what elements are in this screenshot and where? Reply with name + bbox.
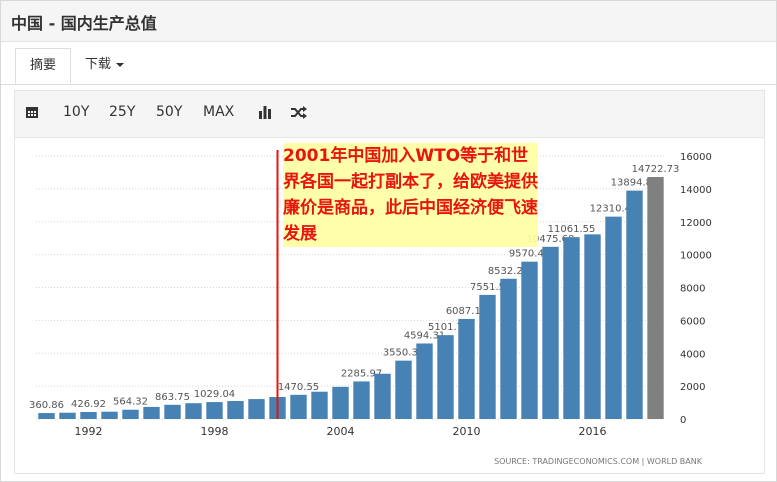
y-tick-label: 16000 bbox=[680, 152, 712, 163]
bar-2006 bbox=[374, 373, 391, 419]
data-label: 1470.55 bbox=[278, 382, 319, 393]
bar-1997 bbox=[185, 403, 202, 419]
data-label: 7551.5 bbox=[470, 282, 505, 293]
annotation-text: 2001年中国加入WTO等于和世界各国一起打副本了，给欧美提供廉价是商品，此后中… bbox=[283, 143, 538, 247]
bar-2005 bbox=[353, 381, 370, 419]
x-tick-label: 2010 bbox=[453, 425, 481, 438]
x-tick-label: 1992 bbox=[75, 425, 103, 438]
x-tick-label: 2004 bbox=[327, 425, 355, 438]
bar-1994 bbox=[122, 409, 139, 419]
data-label: 863.75 bbox=[155, 392, 190, 403]
bar-1996 bbox=[164, 404, 181, 419]
bar-2003 bbox=[311, 391, 328, 419]
y-tick-label: 2000 bbox=[680, 382, 705, 393]
x-tick-label: 2016 bbox=[579, 425, 607, 438]
bar-2002 bbox=[290, 394, 307, 419]
bar-1993 bbox=[101, 411, 118, 419]
bar-2019 bbox=[647, 176, 664, 419]
data-label: 11061.55 bbox=[548, 224, 596, 235]
x-tick-label: 1998 bbox=[201, 425, 229, 438]
bar-2017 bbox=[605, 216, 622, 419]
bar-2015 bbox=[563, 237, 580, 419]
y-tick-label: 0 bbox=[680, 415, 686, 426]
bar-1990 bbox=[38, 413, 55, 419]
y-tick-label: 4000 bbox=[680, 349, 705, 360]
bar-1991 bbox=[59, 412, 76, 419]
bar-2007 bbox=[395, 360, 412, 419]
bar-2018 bbox=[626, 190, 643, 419]
source-label: SOURCE: TRADINGECONOMICS.COM | WORLD BAN… bbox=[494, 457, 703, 466]
bar-2013 bbox=[521, 261, 538, 419]
bar-1999 bbox=[227, 401, 244, 419]
bar-2009 bbox=[437, 335, 454, 419]
data-label: 5101.7 bbox=[428, 322, 463, 333]
y-tick-label: 10000 bbox=[680, 251, 712, 262]
data-label: 14722.73 bbox=[632, 164, 680, 175]
data-label: 564.32 bbox=[113, 397, 148, 408]
bar-1998 bbox=[206, 402, 223, 419]
y-tick-label: 8000 bbox=[680, 284, 705, 295]
bar-2016 bbox=[584, 234, 601, 419]
bar-2000 bbox=[248, 399, 265, 419]
y-tick-label: 6000 bbox=[680, 316, 705, 327]
bar-2004 bbox=[332, 386, 349, 419]
bar-2014 bbox=[542, 246, 559, 419]
data-label: 426.92 bbox=[71, 399, 106, 410]
bar-2008 bbox=[416, 343, 433, 419]
y-tick-label: 14000 bbox=[680, 185, 712, 196]
y-tick-label: 12000 bbox=[680, 218, 712, 229]
bar-2010 bbox=[458, 318, 475, 419]
bar-1995 bbox=[143, 406, 160, 419]
bar-1992 bbox=[80, 411, 97, 419]
data-label: 1029.04 bbox=[194, 389, 235, 400]
bar-2011 bbox=[479, 294, 496, 419]
data-label: 360.86 bbox=[29, 400, 64, 411]
bar-2012 bbox=[500, 278, 517, 419]
